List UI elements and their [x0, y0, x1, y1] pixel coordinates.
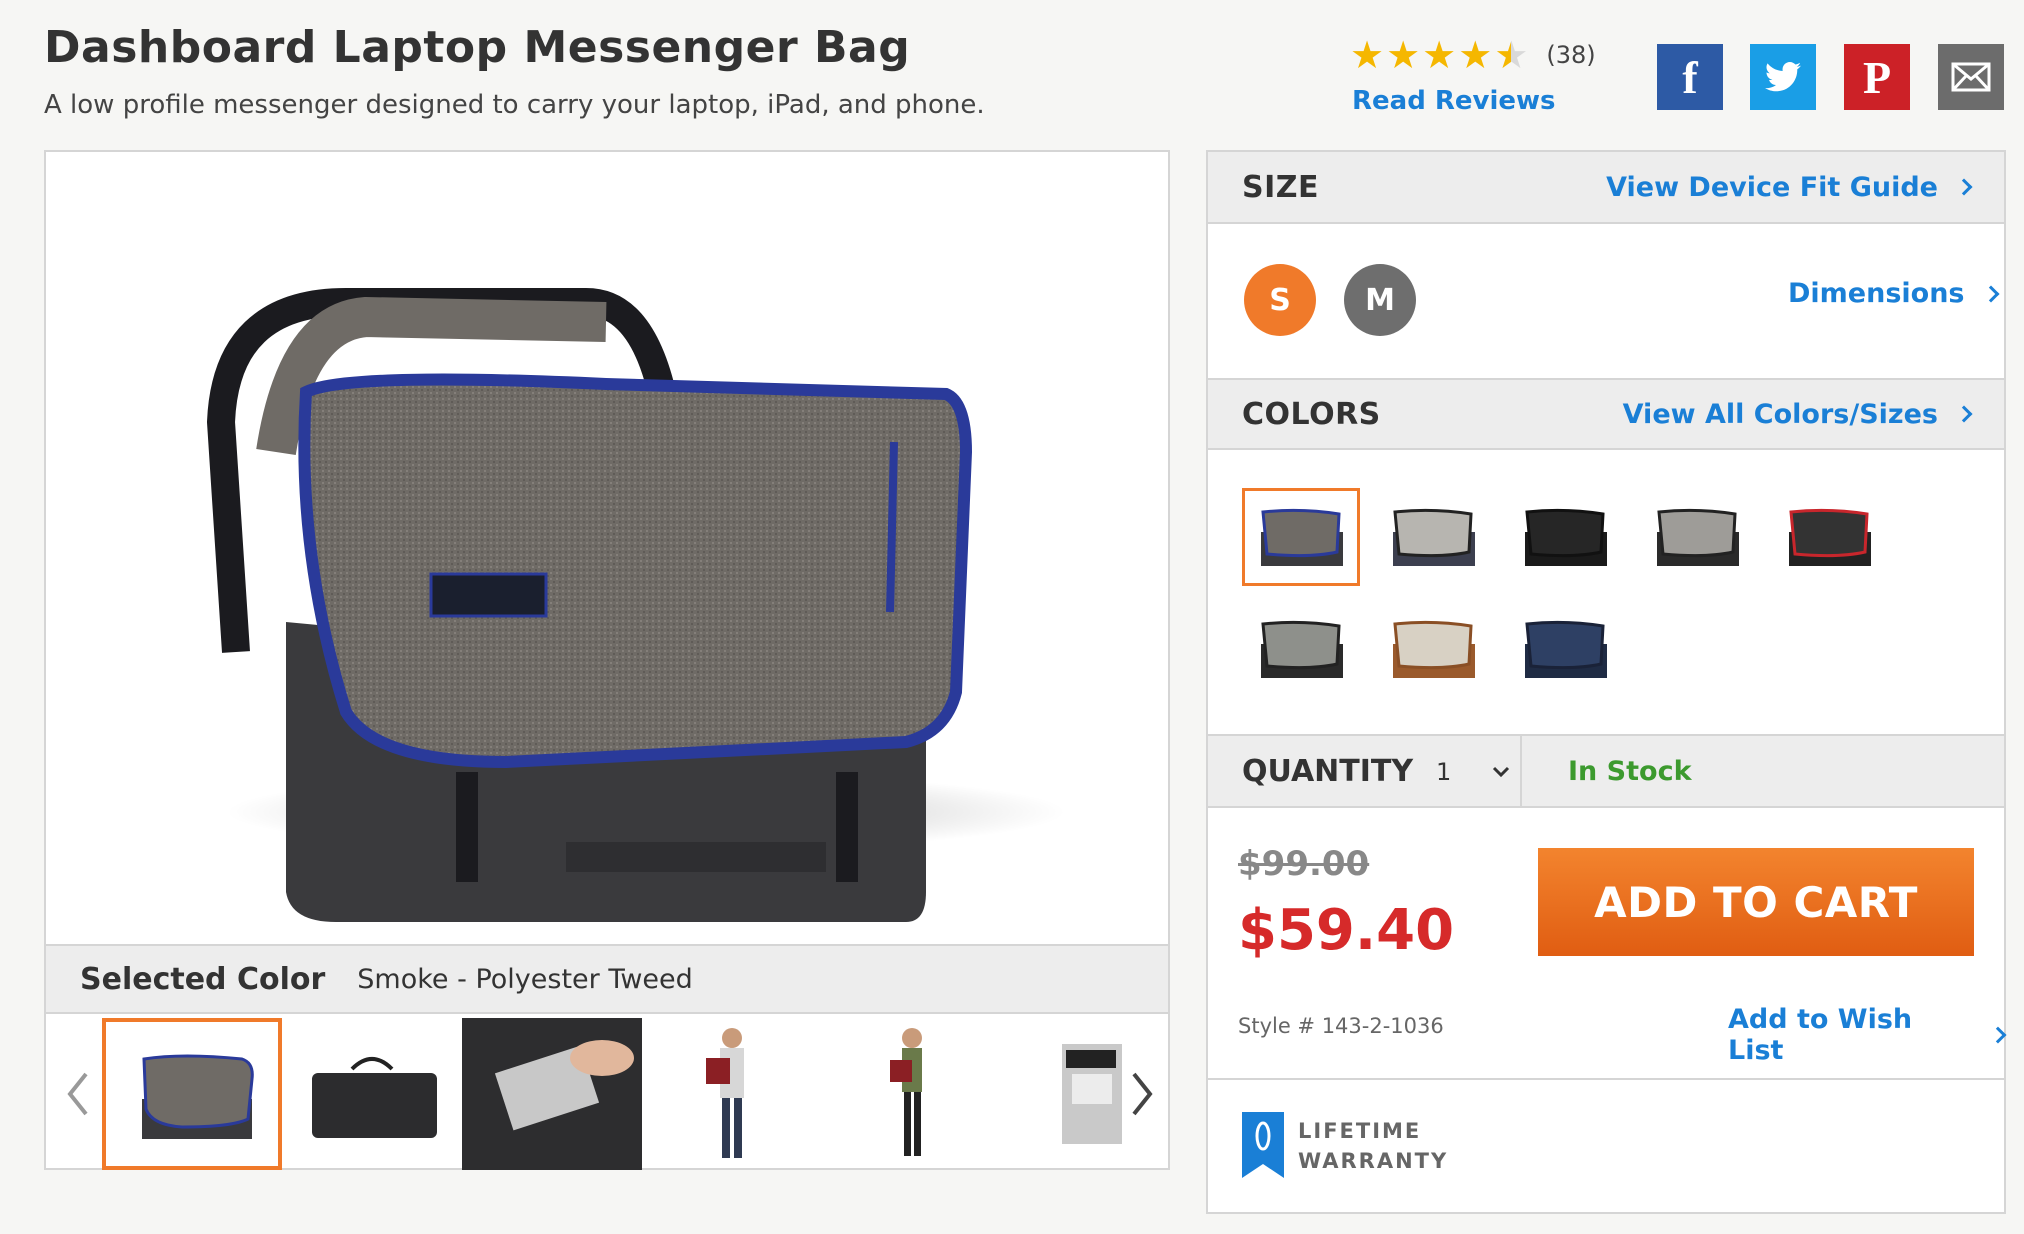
review-count: (38): [1546, 41, 1596, 69]
style-number: Style # 143-2-1036: [1238, 1014, 1444, 1038]
quantity-select[interactable]: 1: [1424, 748, 1522, 796]
chevron-right-icon: [1132, 1072, 1153, 1116]
quantity-row: QUANTITY 1 In Stock: [1208, 734, 2004, 808]
thumbnail-bag-front[interactable]: [102, 1018, 282, 1170]
view-all-colors-link[interactable]: View All Colors/Sizes: [1622, 398, 1973, 430]
warranty-text: LIFETIME WARRANTY: [1298, 1116, 1498, 1176]
wishlist-label: Add to Wish List: [1728, 1004, 1913, 1066]
device-fit-guide-label: View Device Fit Guide: [1606, 171, 1938, 203]
chevron-down-icon: [1492, 766, 1510, 778]
chevron-right-icon: [1955, 178, 1973, 196]
laptop-sleeve-thumb-image: [462, 1018, 642, 1170]
star-icon: ★: [1422, 33, 1457, 77]
star-icon: ★: [1386, 33, 1421, 77]
main-product-image[interactable]: [46, 152, 1168, 944]
chevron-right-icon: [1989, 1026, 2007, 1044]
carousel-prev-button[interactable]: [58, 1068, 98, 1120]
size-section-header: SIZE View Device Fit Guide: [1208, 152, 2004, 224]
color-swatch-smoke[interactable]: [1242, 488, 1360, 586]
thumbnail-model-woman[interactable]: [822, 1018, 1002, 1170]
quantity-value: 1: [1436, 758, 1452, 786]
selected-color-label: Selected Color: [80, 961, 326, 997]
product-image-panel: Selected Color Smoke - Polyester Tweed: [44, 150, 1170, 1170]
pinterest-share-button[interactable]: P: [1844, 44, 1910, 110]
email-share-button[interactable]: [1938, 44, 2004, 110]
thumbnail-laptop-sleeve[interactable]: [462, 1018, 642, 1170]
product-subtitle: A low profile messenger designed to carr…: [44, 90, 985, 120]
star-icon: ★: [1350, 33, 1385, 77]
size-title: SIZE: [1242, 169, 1320, 205]
selected-color-value: Smoke - Polyester Tweed: [357, 963, 693, 995]
color-swatch-8[interactable]: [1506, 600, 1624, 698]
size-option-s[interactable]: S: [1244, 264, 1316, 336]
model-man-thumb-image: [706, 1028, 744, 1158]
size-option-m[interactable]: M: [1344, 264, 1416, 336]
product-options-panel: SIZE View Device Fit Guide S M Dimension…: [1206, 150, 2007, 1214]
facebook-share-button[interactable]: f: [1657, 44, 1723, 110]
swatch-bag-image: [1393, 508, 1475, 566]
dimensions-label: Dimensions: [1788, 278, 1965, 309]
twitter-share-button[interactable]: [1750, 44, 1816, 110]
color-swatch-2[interactable]: [1374, 488, 1492, 586]
swatch-bag-image: [1393, 620, 1475, 678]
color-swatch-5[interactable]: [1770, 488, 1888, 586]
chevron-left-icon: [67, 1072, 88, 1116]
device-fit-guide-link[interactable]: View Device Fit Guide: [1606, 171, 1973, 203]
half-star-icon: ★: [1494, 33, 1529, 77]
colors-title: COLORS: [1242, 396, 1381, 432]
warranty-ribbon-icon: [1242, 1112, 1284, 1178]
swatch-bag-image: [1261, 508, 1343, 566]
twitter-icon: [1765, 62, 1801, 92]
chevron-right-icon: [1982, 285, 2000, 302]
quantity-label: QUANTITY: [1242, 754, 1414, 789]
thumbnail-carousel: [46, 1018, 1168, 1170]
swatch-bag-image: [1789, 508, 1871, 566]
swatch-bag-image: [1525, 620, 1607, 678]
warranty-line-2: WARRANTY: [1298, 1149, 1449, 1173]
color-swatch-6[interactable]: [1242, 600, 1360, 698]
facebook-icon: f: [1682, 51, 1698, 103]
add-to-cart-button[interactable]: ADD TO CART: [1538, 848, 1974, 956]
product-title: Dashboard Laptop Messenger Bag: [44, 22, 911, 73]
quantity-divider: [1520, 736, 1522, 808]
stock-status: In Stock: [1568, 756, 1692, 787]
colors-section-header: COLORS View All Colors/Sizes: [1208, 378, 2004, 450]
color-swatch-7[interactable]: [1374, 600, 1492, 698]
color-swatch-4[interactable]: [1638, 488, 1756, 586]
read-reviews-link[interactable]: Read Reviews: [1352, 86, 1556, 116]
rating-stars[interactable]: ★ ★ ★ ★ ★ (38): [1350, 36, 1596, 74]
chevron-right-icon: [1955, 405, 1973, 423]
swatch-bag-image: [1525, 508, 1607, 566]
warranty-line-1: LIFETIME: [1298, 1119, 1422, 1143]
view-all-colors-label: View All Colors/Sizes: [1622, 398, 1938, 430]
messenger-bag-image: [206, 288, 1066, 922]
add-to-wishlist-link[interactable]: Add to Wish List: [1728, 1004, 2007, 1066]
color-swatch-3[interactable]: [1506, 488, 1624, 586]
star-icon: ★: [1458, 33, 1493, 77]
swatch-bag-image: [1657, 508, 1739, 566]
email-icon: [1951, 62, 1991, 92]
carousel-next-button[interactable]: [1122, 1068, 1162, 1120]
warranty-divider: [1208, 1078, 2004, 1080]
dimensions-link[interactable]: Dimensions: [1788, 278, 2000, 309]
thumbnail-bag-back[interactable]: [282, 1018, 462, 1170]
sale-price: $59.40: [1238, 898, 1455, 963]
swatch-bag-image: [1261, 620, 1343, 678]
selected-color-bar: Selected Color Smoke - Polyester Tweed: [46, 944, 1168, 1014]
pinterest-icon: P: [1862, 51, 1892, 103]
bag-back-thumb-image: [312, 1057, 437, 1138]
bag-front-thumb-image: [142, 1054, 254, 1139]
bag-interior-thumb-image: [1062, 1044, 1122, 1144]
thumbnail-model-man[interactable]: [642, 1018, 822, 1170]
original-price: $99.00: [1238, 844, 1370, 884]
model-woman-thumb-image: [890, 1028, 922, 1156]
thumbnail-bag-interior[interactable]: [1002, 1018, 1122, 1170]
